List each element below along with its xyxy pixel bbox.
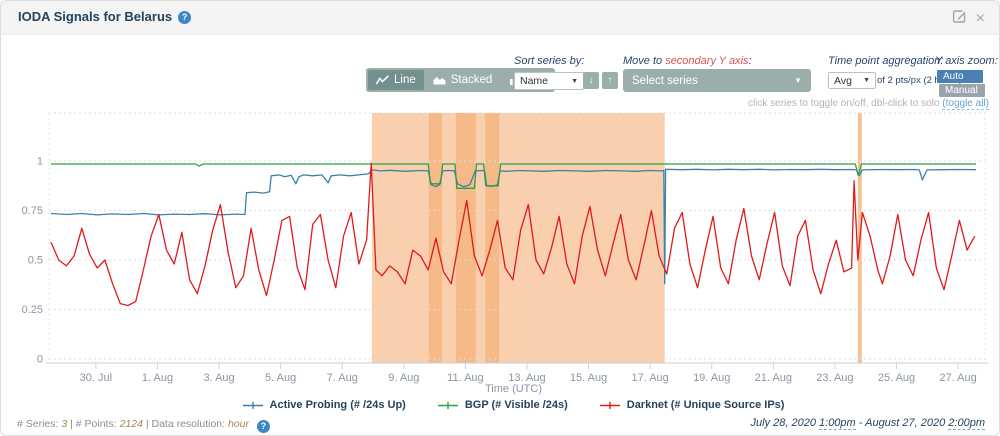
legend-item-darknet[interactable]: Darknet (# Unique Source IPs) xyxy=(600,399,785,411)
y-axis-tick-label: 0.75 xyxy=(22,205,43,217)
legend-item-active-probing[interactable]: Active Probing (# /24s Up) xyxy=(243,399,406,411)
signals-chart[interactable]: 00.250.50.75130. Jul1. Aug3. Aug5. Aug7.… xyxy=(1,1,999,435)
legend-marker-active-probing xyxy=(243,401,263,410)
legend-marker-bgp xyxy=(438,401,458,410)
series-count: 3 xyxy=(61,418,67,430)
y-axis-tick-label: 0.5 xyxy=(28,255,43,267)
legend-label: Darknet (# Unique Source IPs) xyxy=(627,399,785,411)
chart-legend: Active Probing (# /24s Up) BGP (# Visible… xyxy=(51,399,976,411)
points-count: 2124 xyxy=(120,418,143,430)
legend-label: Active Probing (# /24s Up) xyxy=(270,399,406,411)
alert-highlight-region xyxy=(485,113,499,363)
legend-marker-darknet xyxy=(600,401,620,410)
legend-item-bgp[interactable]: BGP (# Visible /24s) xyxy=(438,399,568,411)
x-axis-title: Time (UTC) xyxy=(51,383,976,395)
data-resolution-value: hour xyxy=(228,418,249,430)
start-time-link[interactable]: 1:00pm xyxy=(819,417,856,430)
y-axis-tick-label: 1 xyxy=(37,156,43,168)
y-axis-tick-label: 0.25 xyxy=(22,304,43,316)
chart-stats: # Series: 3 | # Points: 2124 | Data reso… xyxy=(17,418,270,433)
ioda-signals-panel: IODA Signals for Belarus? × Line Stacked… xyxy=(0,0,1000,436)
y-axis-tick-label: 0 xyxy=(37,354,43,366)
legend-label: BGP (# Visible /24s) xyxy=(465,399,568,411)
help-icon[interactable]: ? xyxy=(257,420,270,433)
alert-highlight-region xyxy=(372,113,665,363)
end-time-link[interactable]: 2:00pm xyxy=(948,417,985,430)
time-range: July 28, 2020 1:00pm - August 27, 2020 2… xyxy=(751,417,985,429)
